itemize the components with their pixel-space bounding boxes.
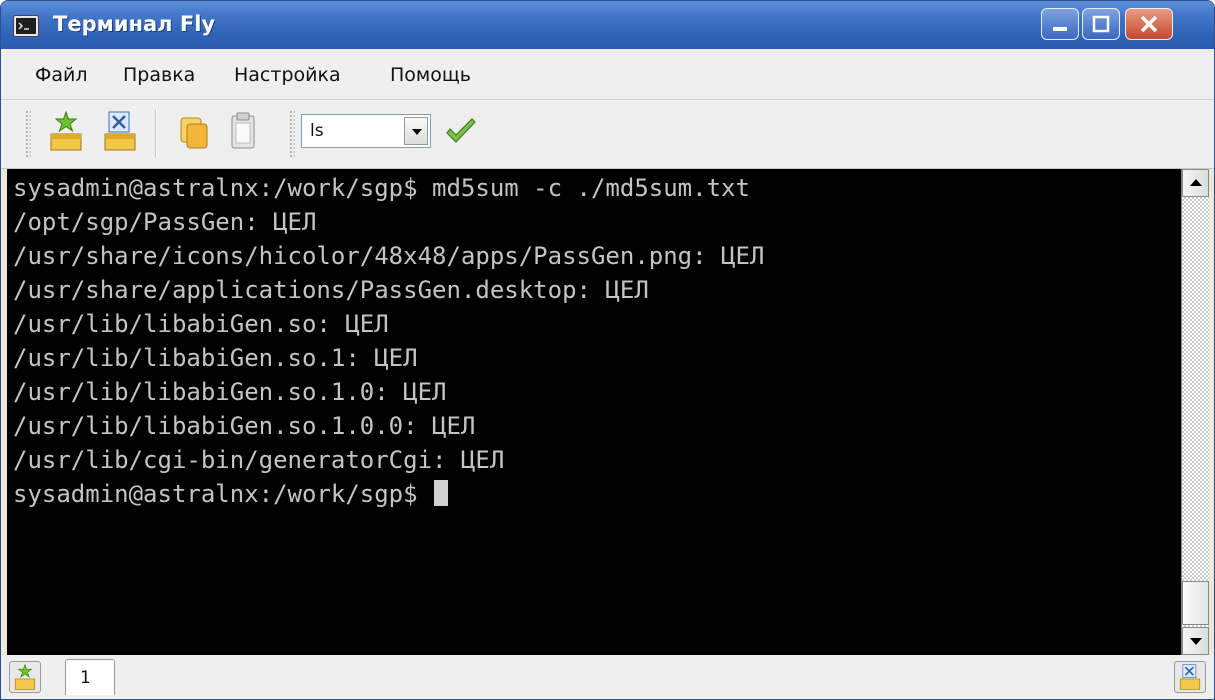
maximize-button[interactable] bbox=[1082, 8, 1120, 40]
chevron-down-icon[interactable] bbox=[404, 117, 428, 145]
toolbar: ls bbox=[1, 100, 1214, 169]
paste-icon[interactable] bbox=[223, 108, 263, 154]
vertical-scrollbar[interactable] bbox=[1181, 169, 1209, 655]
terminal-output[interactable]: sysadmin@astralnx:/work/sgp$ md5sum -c .… bbox=[7, 169, 1181, 655]
terminal-line: /opt/sgp/PassGen: ЦЕЛ bbox=[13, 208, 317, 236]
close-icon bbox=[1140, 15, 1158, 33]
close-button[interactable] bbox=[1125, 8, 1173, 40]
minimize-icon bbox=[1053, 27, 1067, 31]
command-value: ls bbox=[310, 121, 324, 141]
terminal-line: /usr/lib/libabiGen.so.1: ЦЕЛ bbox=[13, 344, 418, 372]
tab-label: 1 bbox=[80, 668, 91, 688]
menu-help[interactable]: Помощь bbox=[390, 64, 471, 86]
terminal-prompt: sysadmin@astralnx:/work/sgp$ bbox=[13, 480, 433, 508]
scrollbar-thumb[interactable] bbox=[1182, 581, 1209, 625]
terminal-line: /usr/lib/cgi-bin/generatorCgi: ЦЕЛ bbox=[13, 446, 505, 474]
toolbar-grip[interactable] bbox=[25, 110, 31, 158]
menu-settings[interactable]: Настройка bbox=[234, 64, 341, 86]
close-tab-icon bbox=[1179, 664, 1201, 690]
tab-1[interactable]: 1 bbox=[65, 659, 115, 695]
terminal-line: /usr/share/icons/hicolor/48x48/apps/Pass… bbox=[13, 242, 765, 270]
close-tab-icon[interactable] bbox=[100, 108, 140, 154]
checkmark-icon[interactable] bbox=[441, 112, 481, 152]
close-tab-button[interactable] bbox=[1174, 661, 1206, 693]
menu-edit[interactable]: Правка bbox=[123, 64, 195, 86]
terminal-line: /usr/lib/libabiGen.so.1.0.0: ЦЕЛ bbox=[13, 412, 476, 440]
menu-bar: Файл Правка Настройка Помощь bbox=[1, 49, 1214, 100]
scroll-up-icon[interactable] bbox=[1182, 169, 1209, 197]
command-combobox[interactable]: ls bbox=[301, 114, 431, 148]
new-tab-button[interactable] bbox=[9, 661, 41, 693]
terminal-app-icon bbox=[13, 15, 39, 37]
terminal-window: Терминал Fly Файл Правка Настройка Помощ… bbox=[0, 0, 1215, 700]
new-tab-icon[interactable] bbox=[46, 108, 86, 154]
terminal-line: sysadmin@astralnx:/work/sgp$ md5sum -c .… bbox=[13, 174, 750, 202]
scroll-down-icon[interactable] bbox=[1182, 627, 1209, 655]
toolbar-separator bbox=[155, 110, 157, 158]
minimize-button[interactable] bbox=[1041, 8, 1079, 40]
tab-bar: 1 bbox=[1, 655, 1214, 699]
toolbar-grip-2[interactable] bbox=[289, 110, 295, 158]
menu-file[interactable]: Файл bbox=[35, 64, 88, 86]
copy-icon[interactable] bbox=[174, 108, 214, 154]
maximize-icon bbox=[1092, 15, 1110, 33]
terminal-line: /usr/share/applications/PassGen.desktop:… bbox=[13, 276, 649, 304]
window-title: Терминал Fly bbox=[53, 12, 216, 36]
text-cursor bbox=[434, 480, 449, 506]
terminal-line: /usr/lib/libabiGen.so: ЦЕЛ bbox=[13, 310, 389, 338]
new-tab-icon bbox=[14, 663, 36, 690]
title-bar[interactable]: Терминал Fly bbox=[1, 1, 1214, 49]
terminal-prompt-line: sysadmin@astralnx:/work/sgp$ bbox=[13, 477, 449, 511]
terminal-line: /usr/lib/libabiGen.so.1.0: ЦЕЛ bbox=[13, 378, 447, 406]
